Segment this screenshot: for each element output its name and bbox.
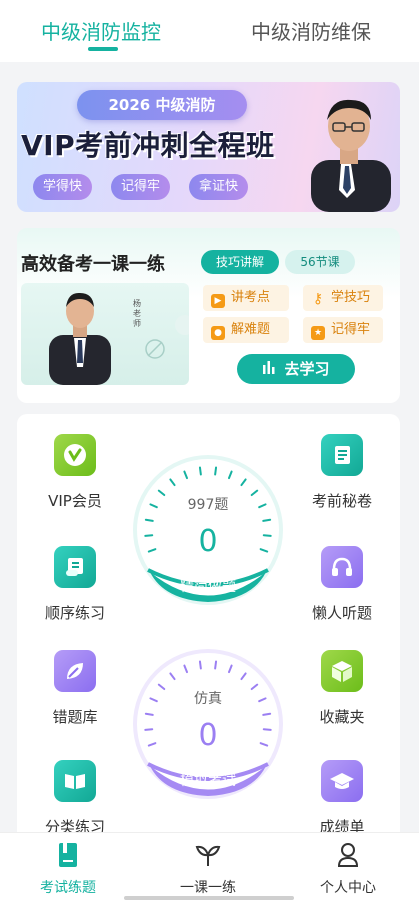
dial-tick [214, 660, 218, 670]
dial-tick [144, 518, 154, 522]
banner-title: VIP考前冲刺全程班 [21, 129, 275, 162]
active-tab-indicator [88, 47, 118, 51]
dial-tick [144, 712, 154, 716]
tool-label: 顺序练习 [44, 604, 105, 622]
nav-label: 个人中心 [320, 880, 376, 896]
tool-category[interactable]: 分类练习 [30, 760, 120, 837]
nav-exam-practice[interactable]: 考试练题 [18, 841, 118, 897]
person-icon [298, 841, 398, 869]
course-video-thumbnail[interactable]: 杨老师 [21, 283, 189, 385]
cube-icon [321, 650, 363, 692]
teacher-name-tag: 杨老师 [133, 299, 141, 328]
tool-exam-secret[interactable]: 考前秘卷 [297, 434, 387, 511]
scroll-icon [54, 546, 96, 588]
teacher-thumbnail-photo [49, 292, 189, 385]
feature-label: 讲考点 [231, 290, 271, 305]
feature-hard-problems[interactable]: ● 解难题 [203, 317, 289, 343]
mock-exam-dial[interactable]: 仿真 0 模拟考试 [132, 648, 284, 800]
nav-label: 一课一练 [180, 880, 236, 896]
tool-label: 懒人听题 [311, 604, 372, 622]
course-title: 高效备考一课一练 [21, 254, 165, 275]
banner-year-pill: 2026 中级消防 [77, 90, 247, 120]
bar-chart-icon [262, 354, 276, 384]
badge-skill-explanation: 技巧讲解 [201, 250, 279, 274]
key-icon: ⚷ [312, 291, 324, 307]
tool-label: 考前秘卷 [311, 492, 372, 510]
tab-fire-monitoring[interactable]: 中级消防监控 [41, 16, 161, 45]
tool-wrong-bank[interactable]: 错题库 [30, 650, 120, 727]
top-tab-bar: 中级消防监控 中级消防维保 [0, 0, 419, 62]
quick-practice-button[interactable]: 精简做题 [158, 572, 258, 600]
lock-icon: ● [211, 326, 225, 340]
exam-progress-value: 0 [198, 718, 218, 753]
tool-favorites[interactable]: 收藏夹 [297, 650, 387, 727]
dial-tick [214, 466, 218, 476]
dial-tick [262, 712, 272, 716]
nav-profile[interactable]: 个人中心 [298, 841, 398, 897]
teacher-photo [311, 99, 391, 212]
banner-chip-certify: 拿证快 [189, 174, 249, 200]
practice-dial[interactable]: 997题 0 精简做题 [132, 454, 284, 606]
dial-tick [198, 466, 202, 476]
feature-skills[interactable]: ⚷ 学技巧 [303, 285, 383, 311]
graduation-cap-icon [321, 760, 363, 802]
promo-banner[interactable]: 2026 中级消防 VIP考前冲刺全程班 学得快 记得牢 拿证快 [17, 82, 400, 212]
feature-label: 解难题 [231, 322, 271, 337]
tool-listen[interactable]: 懒人听题 [297, 546, 387, 623]
feature-label: 学技巧 [331, 290, 371, 305]
bottom-nav: 考试练题 一课一练 个人中心 [0, 832, 419, 902]
tool-sequence[interactable]: 顺序练习 [30, 546, 120, 623]
mock-exam-button[interactable]: 模拟考试 [158, 766, 258, 794]
vip-icon [54, 434, 96, 476]
headphones-icon [321, 546, 363, 588]
nav-lesson-practice[interactable]: 一课一练 [158, 841, 258, 897]
tool-vip[interactable]: VIP会员 [30, 434, 120, 511]
nav-label: 考试练题 [40, 880, 96, 896]
badge-lesson-count: 56节课 [285, 250, 355, 274]
play-icon: ▶ [211, 294, 225, 308]
dial-tick [198, 660, 202, 670]
feature-key-points[interactable]: ▶ 讲考点 [203, 285, 289, 311]
feature-label: 记得牢 [331, 322, 371, 337]
exam-mode-label: 仿真 [194, 691, 222, 707]
notebook-icon [18, 841, 118, 869]
go-study-label: 去学习 [284, 360, 330, 378]
tool-label: 错题库 [52, 708, 98, 726]
feature-memorize[interactable]: ★ 记得牢 [303, 317, 383, 343]
home-indicator [124, 896, 294, 900]
practice-progress-value: 0 [198, 524, 218, 559]
open-book-icon [54, 760, 96, 802]
tool-label: 收藏夹 [319, 708, 365, 726]
document-icon [321, 434, 363, 476]
course-card[interactable]: 高效备考一课一练 技巧讲解 56节课 杨老师 ▶ 讲考点 ⚷ 学技巧 ● 解难题 ★ 记… [17, 228, 400, 403]
go-study-button[interactable]: 去学习 [237, 354, 355, 384]
question-count: 997题 [187, 497, 229, 513]
tool-label: VIP会员 [48, 492, 102, 510]
sprout-icon [158, 841, 258, 869]
dial-tick [262, 518, 272, 522]
tab-fire-maintenance[interactable]: 中级消防维保 [251, 16, 371, 45]
star-badge-icon: ★ [311, 326, 325, 340]
banner-chip-learn: 学得快 [33, 174, 93, 200]
leaf-icon [54, 650, 96, 692]
practice-panel: VIP会员 顺序练习 错题库 分类练习 考前秘卷 懒人听题 收藏夹 成绩单 99… [17, 414, 400, 844]
banner-chip-remember: 记得牢 [111, 174, 171, 200]
tool-score[interactable]: 成绩单 [297, 760, 387, 837]
